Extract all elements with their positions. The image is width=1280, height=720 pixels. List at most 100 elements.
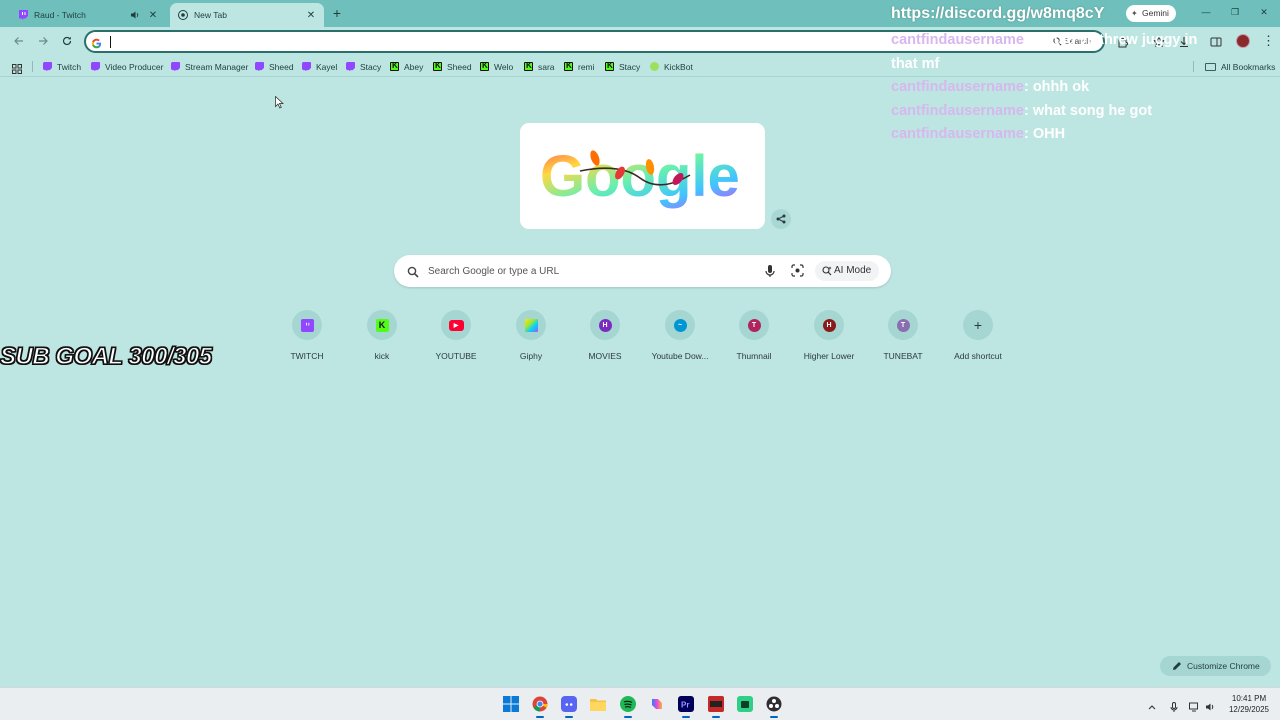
google-lens-icon[interactable]: [791, 264, 804, 277]
reload-icon[interactable]: [60, 34, 74, 48]
shortcut-thumnail[interactable]: T Thumnail: [717, 310, 791, 370]
shortcut-add[interactable]: + Add shortcut: [941, 310, 1015, 370]
microphone-icon[interactable]: [764, 264, 776, 278]
obs-icon[interactable]: [765, 695, 783, 718]
shortcut-label: Thumnail: [736, 351, 772, 361]
address-input[interactable]: [110, 34, 1010, 50]
tab-raud-twitch[interactable]: Raud - Twitch ✕: [10, 3, 166, 27]
shortcut-tunebat[interactable]: T TUNEBAT: [866, 310, 940, 370]
bookmark-label: Twitch: [57, 61, 82, 72]
chevron-up-icon[interactable]: [1147, 699, 1157, 710]
shortcut-label: TUNEBAT: [883, 351, 923, 361]
bookmark-sheed-kick[interactable]: Sheed: [433, 59, 472, 74]
bookmark-label: sara: [538, 61, 555, 72]
svg-text:Pr: Pr: [681, 701, 689, 710]
premiere-pro-icon[interactable]: Pr: [677, 695, 695, 718]
minimize-icon[interactable]: —: [1200, 6, 1212, 18]
chat-text: that mf: [891, 55, 940, 72]
ai-mode-button[interactable]: AI Mode: [815, 261, 880, 281]
bookmark-kayel[interactable]: Kayel: [302, 59, 337, 74]
bookmark-kickbot[interactable]: KickBot: [650, 59, 693, 74]
shortcut-youtube[interactable]: ▶ YOUTUBE: [419, 310, 493, 370]
clock-time: 10:41 PM: [1231, 694, 1267, 703]
chat-overlay: cantfindausername should've threw juggy …: [891, 29, 1251, 147]
discord-taskbar-icon[interactable]: [560, 695, 578, 718]
microphone-tray-icon[interactable]: [1169, 699, 1179, 712]
twitch-icon: [255, 62, 264, 71]
shortcut-label: Giphy: [519, 351, 543, 361]
windows-start-icon[interactable]: [502, 695, 520, 713]
mouse-cursor-icon: [275, 96, 284, 109]
bookmark-label: Stacy: [360, 61, 382, 72]
volume-icon[interactable]: [1205, 699, 1215, 711]
apps-grid-icon[interactable]: [12, 61, 22, 74]
youtube-icon: ▶: [448, 319, 464, 331]
kick-icon: [480, 61, 489, 71]
back-icon[interactable]: [12, 34, 26, 48]
shortcut-movies[interactable]: H MOVIES: [568, 310, 642, 370]
chat-text: : what song he got: [1023, 102, 1153, 119]
shortcut-twitch[interactable]: TWITCH: [270, 310, 344, 370]
shortcut-higher-lower[interactable]: H Higher Lower: [792, 310, 866, 370]
new-tab-button[interactable]: +: [330, 6, 344, 20]
bookmark-twitch[interactable]: Twitch: [43, 59, 81, 74]
bookmark-welo[interactable]: Welo: [480, 59, 513, 74]
android-app-icon[interactable]: [736, 695, 754, 713]
shortcut-youtube-downloader[interactable]: ~ Youtube Dow...: [643, 310, 717, 370]
bookmark-video-producer[interactable]: Video Producer: [91, 59, 163, 74]
chrome-taskbar-icon[interactable]: [531, 695, 549, 718]
spotify-icon[interactable]: [619, 695, 637, 718]
bookmark-abey[interactable]: Abey: [390, 59, 423, 74]
shortcut-giphy[interactable]: Giphy: [494, 310, 568, 370]
menu-kebab-icon[interactable]: ⋮: [1262, 33, 1275, 49]
customize-chrome-button[interactable]: Customize Chrome: [1160, 656, 1271, 676]
twitch-icon: [346, 62, 355, 71]
bookmark-label: Welo: [494, 61, 514, 72]
chat-text: : OHH: [1023, 126, 1066, 142]
bookmark-stacy-kick[interactable]: Stacy: [605, 59, 640, 74]
forward-icon[interactable]: [36, 34, 50, 48]
chat-message: cantfindausername: ohhh ok: [891, 76, 1251, 100]
close-tab-icon[interactable]: ✕: [148, 10, 158, 21]
close-tab-icon[interactable]: ✕: [306, 10, 316, 21]
restore-icon[interactable]: ❐: [1229, 6, 1241, 18]
bookmark-label: Sheed: [447, 61, 472, 72]
ntp-search-input[interactable]: [428, 263, 748, 279]
chat-message: cantfindausername: OHH: [891, 123, 1251, 147]
shortcut-label: YOUTUBE: [435, 351, 477, 361]
bookmark-remi[interactable]: remi: [564, 59, 595, 74]
network-icon[interactable]: [1189, 699, 1199, 712]
letter-t-icon: T: [896, 318, 910, 332]
speaker-icon[interactable]: [130, 10, 140, 20]
chat-text: should've threw juggy in: [1028, 32, 1198, 48]
bookmark-label: remi: [578, 61, 595, 72]
shortcut-kick[interactable]: K kick: [345, 310, 419, 370]
twitch-icon: [91, 62, 100, 71]
close-window-icon[interactable]: ✕: [1258, 6, 1270, 18]
downloader-icon: ~: [673, 318, 687, 332]
kick-icon: K: [375, 318, 389, 332]
bookmark-label: Sheed: [269, 61, 294, 72]
share-doodle-button[interactable]: [771, 209, 791, 229]
bookmark-sara[interactable]: sara: [524, 59, 555, 74]
copilot-icon[interactable]: [648, 695, 666, 713]
bookmark-label: Stream Manager: [185, 61, 249, 72]
system-clock[interactable]: 10:41 PM 12/29/2025: [1225, 693, 1273, 715]
chat-username: cantfindausername: [891, 126, 1024, 142]
discord-link-overlay: https://discord.gg/w8mq8cY: [891, 5, 1105, 22]
bookmark-stacy-twitch[interactable]: Stacy: [346, 59, 381, 74]
shortcut-label: Youtube Dow...: [651, 351, 709, 361]
gemini-button[interactable]: Gemini: [1126, 5, 1176, 22]
file-explorer-icon[interactable]: [589, 695, 607, 713]
ntp-search-box[interactable]: AI Mode: [394, 255, 891, 287]
streaming-software-icon[interactable]: [707, 695, 725, 718]
bookmark-stream-manager[interactable]: Stream Manager: [171, 59, 248, 74]
tab-title: Raud - Twitch: [34, 10, 86, 20]
ai-mode-icon: [822, 266, 832, 276]
google-g-icon: [91, 36, 102, 49]
kick-icon: [390, 61, 399, 71]
google-doodle[interactable]: Google: [520, 123, 765, 229]
bookmark-sheed-twitch[interactable]: Sheed: [255, 59, 294, 74]
tab-new-tab[interactable]: New Tab ✕: [170, 3, 324, 27]
search-icon: [407, 265, 419, 278]
